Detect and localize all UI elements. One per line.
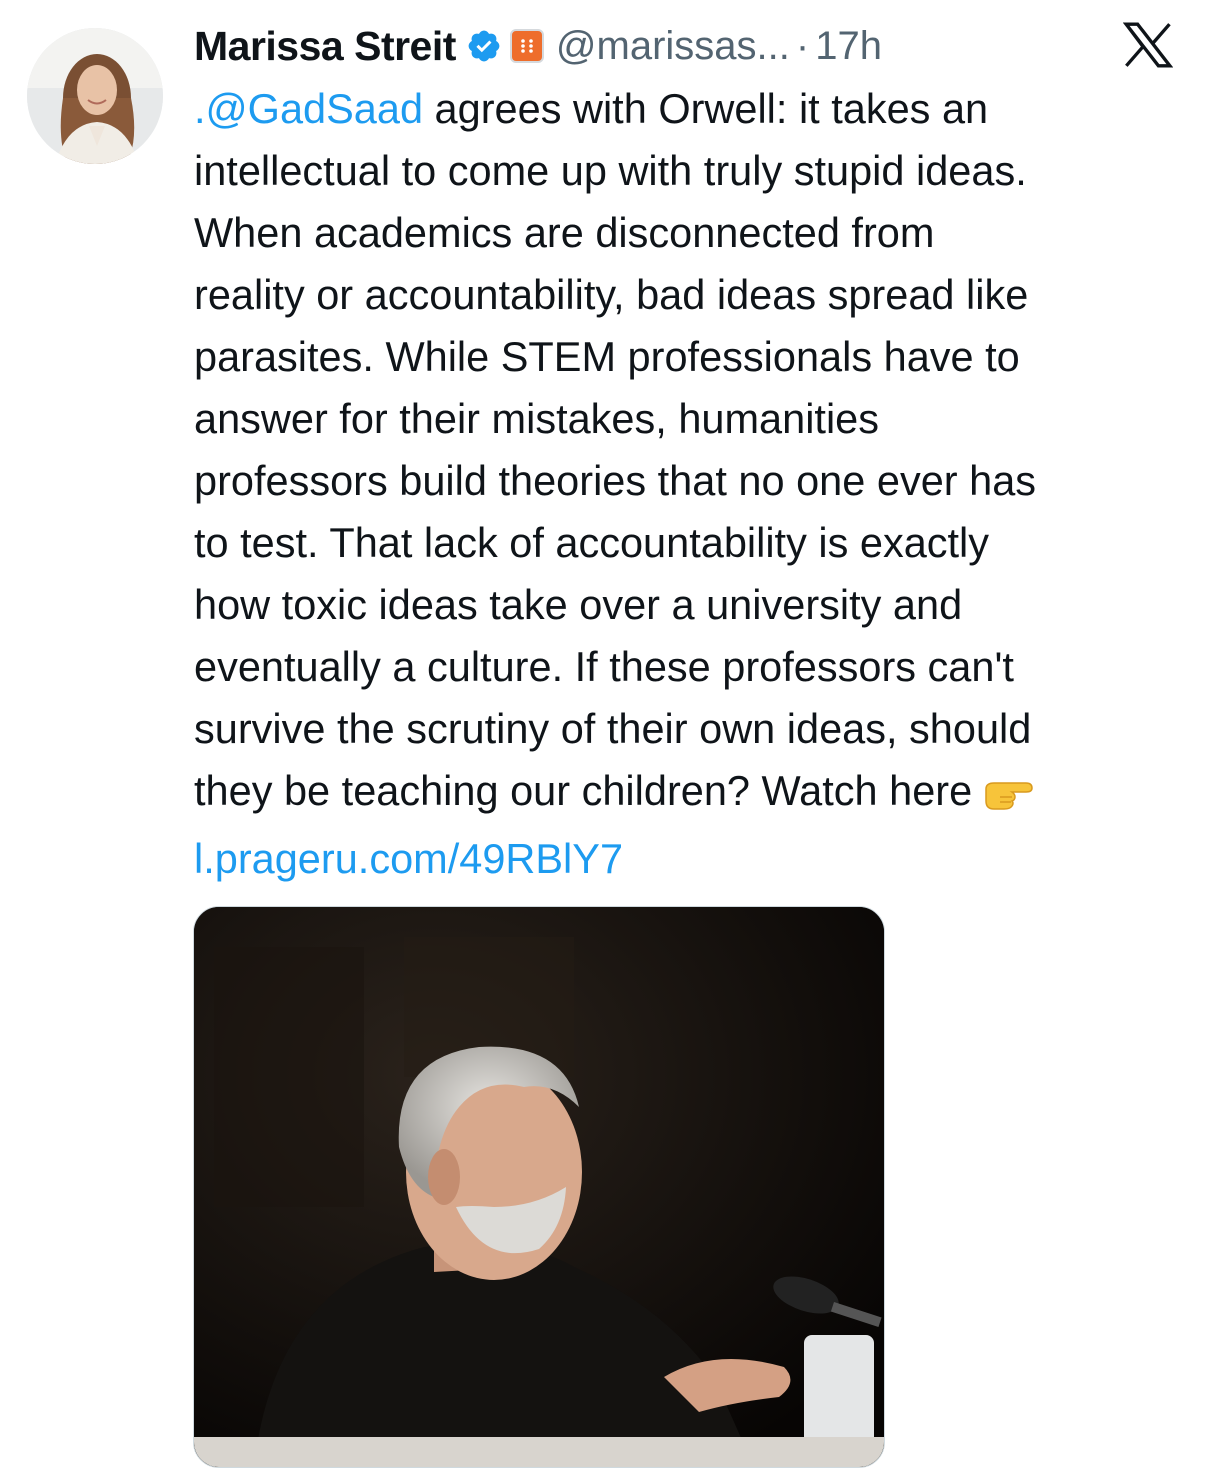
text-segment: agrees with Orwell: it takes an [423,85,989,132]
video-thumbnail[interactable] [193,906,885,1468]
tweet-text: .@GadSaad agrees with Orwell: it takes a… [194,78,1194,890]
author-name[interactable]: Marissa Streit [194,23,456,70]
tweet-text-line: survive the scrutiny of their own ideas,… [194,705,1032,752]
tweet-text-line: answer for their mistakes, humanities [194,395,880,442]
separator: · [795,23,810,68]
tweet-text-line: how toxic ideas take over a university a… [194,581,963,628]
tweet-text-line: to test. That lack of accountability is … [194,519,990,566]
text-segment: they be teaching our children? Watch her… [194,767,973,814]
mention-link[interactable]: .@GadSaad [194,85,423,132]
pointing-right-hand-icon [982,766,1034,828]
tweet-text-line: reality or accountability, bad ideas spr… [194,271,1029,318]
x-logo-icon[interactable] [1122,22,1174,68]
video-frame-image [194,907,884,1467]
url-link[interactable]: l.prageru.com/49RBlY7 [194,835,623,882]
tweet-text-line: l.prageru.com/49RBlY7 [194,828,1194,890]
tweet-text-line: .@GadSaad agrees with Orwell: it takes a… [194,78,1194,140]
affiliate-badge-icon[interactable] [509,29,544,63]
tweet-text-line: When academics are disconnected from [194,209,935,256]
verified-badge-icon[interactable] [466,28,502,64]
timestamp[interactable]: 17h [815,24,882,69]
tweet-text-line: parasites. While STEM professionals have… [194,333,1020,380]
tweet-text-line: eventually a culture. If these professor… [194,643,1014,690]
avatar-image [27,28,163,164]
author-avatar[interactable] [27,28,163,164]
author-handle[interactable]: @marissas... [556,24,790,69]
tweet-text-line: intellectual to come up with truly stupi… [194,147,1027,194]
tweet-text-line: they be teaching our children? Watch her… [194,760,1194,828]
tweet-text-line: professors build theories that no one ev… [194,457,1037,504]
tweet-header: Marissa Streit @marissas... · 17h [194,18,882,74]
